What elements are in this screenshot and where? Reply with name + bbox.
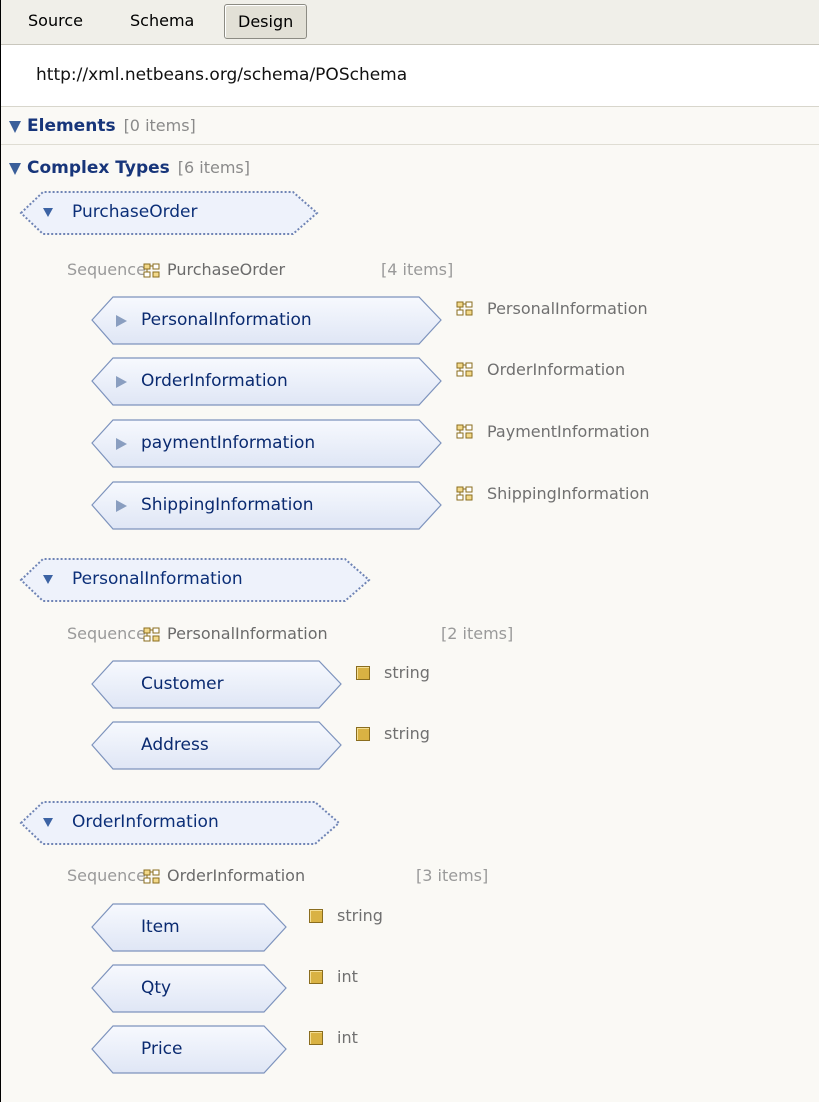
complex-type-icon bbox=[143, 868, 161, 884]
element-Address[interactable]: Address bbox=[91, 721, 343, 771]
type-name: PersonalInformation bbox=[487, 299, 648, 318]
complex-type-PersonalInformation[interactable]: PersonalInformation bbox=[19, 557, 373, 602]
collapse-triangle-icon[interactable] bbox=[43, 818, 53, 827]
element-OrderInformation[interactable]: OrderInformation bbox=[91, 357, 443, 407]
element-name: Qty bbox=[141, 978, 172, 998]
tab-schema[interactable]: Schema bbox=[117, 4, 207, 38]
sequence-row: Sequence PurchaseOrder [4 items] bbox=[67, 258, 767, 282]
complex-type-icon bbox=[456, 362, 473, 377]
type-name: string bbox=[384, 663, 430, 682]
compositor-label: Sequence bbox=[67, 260, 146, 279]
element-Qty[interactable]: Qty bbox=[91, 964, 288, 1014]
target-namespace: http://xml.netbeans.org/schema/POSchema bbox=[36, 65, 408, 85]
namespace-row: http://xml.netbeans.org/schema/POSchema bbox=[1, 45, 819, 107]
expand-triangle-icon[interactable] bbox=[116, 500, 127, 512]
complex-type-icon bbox=[456, 486, 473, 501]
complex-type-icon bbox=[456, 424, 473, 439]
complex-type-icon bbox=[456, 362, 474, 378]
sequence-type-name: PurchaseOrder bbox=[167, 260, 286, 279]
element-Price[interactable]: Price bbox=[91, 1025, 288, 1075]
sequence-item-count: [4 items] bbox=[381, 260, 454, 279]
divider bbox=[1, 144, 819, 145]
complex-type-icon bbox=[143, 869, 160, 884]
type-name: string bbox=[384, 724, 430, 743]
expand-triangle-icon[interactable] bbox=[116, 438, 127, 450]
type-name: ShippingInformation bbox=[487, 484, 650, 503]
complex-types-section-header[interactable]: Complex Types [6 items] bbox=[1, 152, 250, 184]
collapse-triangle-icon[interactable] bbox=[43, 575, 53, 584]
complex-type-icon bbox=[143, 263, 160, 278]
element-Customer[interactable]: Customer bbox=[91, 660, 343, 710]
element-name: ShippingInformation bbox=[141, 495, 314, 515]
element-name: Item bbox=[141, 917, 180, 937]
complex-types-count: [6 items] bbox=[177, 158, 250, 177]
tab-design[interactable]: Design bbox=[224, 4, 308, 39]
tab-source[interactable]: Source bbox=[15, 4, 96, 38]
elements-count: [0 items] bbox=[123, 116, 196, 135]
complex-type-icon bbox=[456, 424, 474, 440]
complex-type-icon bbox=[456, 486, 474, 502]
type-name: PaymentInformation bbox=[487, 422, 650, 441]
expand-triangle-icon[interactable] bbox=[116, 376, 127, 388]
view-tab-bar: Source Schema Design bbox=[1, 0, 819, 45]
expand-triangle-icon[interactable] bbox=[116, 315, 127, 327]
simple-type-icon bbox=[309, 909, 323, 923]
simple-type-icon bbox=[309, 970, 323, 984]
complex-type-icon bbox=[143, 626, 161, 642]
complex-type-OrderInformation[interactable]: OrderInformation bbox=[19, 800, 343, 845]
complex-types-title: Complex Types bbox=[27, 158, 170, 178]
complex-type-name: OrderInformation bbox=[72, 812, 219, 832]
element-name: paymentInformation bbox=[141, 433, 316, 453]
elements-section-header[interactable]: Elements [0 items] bbox=[1, 110, 196, 142]
type-name: string bbox=[337, 906, 383, 925]
element-name: PersonalInformation bbox=[141, 310, 312, 330]
sequence-row: Sequence PersonalInformation [2 items] bbox=[67, 622, 767, 646]
element-name: OrderInformation bbox=[141, 371, 288, 391]
sequence-type-name: OrderInformation bbox=[167, 866, 306, 885]
collapse-triangle-icon[interactable] bbox=[9, 120, 21, 133]
simple-type-icon bbox=[356, 727, 370, 741]
complex-type-icon bbox=[143, 627, 160, 642]
complex-type-name: PersonalInformation bbox=[72, 569, 243, 589]
sequence-type-name: PersonalInformation bbox=[167, 624, 328, 643]
collapse-triangle-icon[interactable] bbox=[9, 162, 21, 175]
compositor-label: Sequence bbox=[67, 866, 146, 885]
complex-type-name: PurchaseOrder bbox=[72, 202, 198, 222]
collapse-triangle-icon[interactable] bbox=[43, 208, 53, 217]
sequence-item-count: [3 items] bbox=[416, 866, 489, 885]
complex-type-icon bbox=[456, 301, 473, 316]
element-PersonalInformation[interactable]: PersonalInformation bbox=[91, 296, 443, 346]
schema-design-view: Source Schema Design http://xml.netbeans… bbox=[0, 0, 819, 1102]
simple-type-icon bbox=[356, 666, 370, 680]
elements-title: Elements bbox=[27, 116, 116, 136]
compositor-label: Sequence bbox=[67, 624, 146, 643]
element-Item[interactable]: Item bbox=[91, 903, 288, 953]
element-name: Price bbox=[141, 1039, 183, 1059]
element-ShippingInformation[interactable]: ShippingInformation bbox=[91, 481, 443, 531]
sequence-row: Sequence OrderInformation [3 items] bbox=[67, 864, 767, 888]
element-name: Address bbox=[141, 735, 209, 755]
complex-type-PurchaseOrder[interactable]: PurchaseOrder bbox=[19, 190, 321, 235]
sequence-item-count: [2 items] bbox=[441, 624, 514, 643]
simple-type-icon bbox=[309, 1031, 323, 1045]
element-paymentInformation[interactable]: paymentInformation bbox=[91, 419, 443, 469]
complex-type-icon bbox=[456, 301, 474, 317]
type-name: int bbox=[337, 967, 358, 986]
complex-type-icon bbox=[143, 262, 161, 278]
type-name: OrderInformation bbox=[487, 360, 626, 379]
type-name: int bbox=[337, 1028, 358, 1047]
element-name: Customer bbox=[141, 674, 224, 694]
